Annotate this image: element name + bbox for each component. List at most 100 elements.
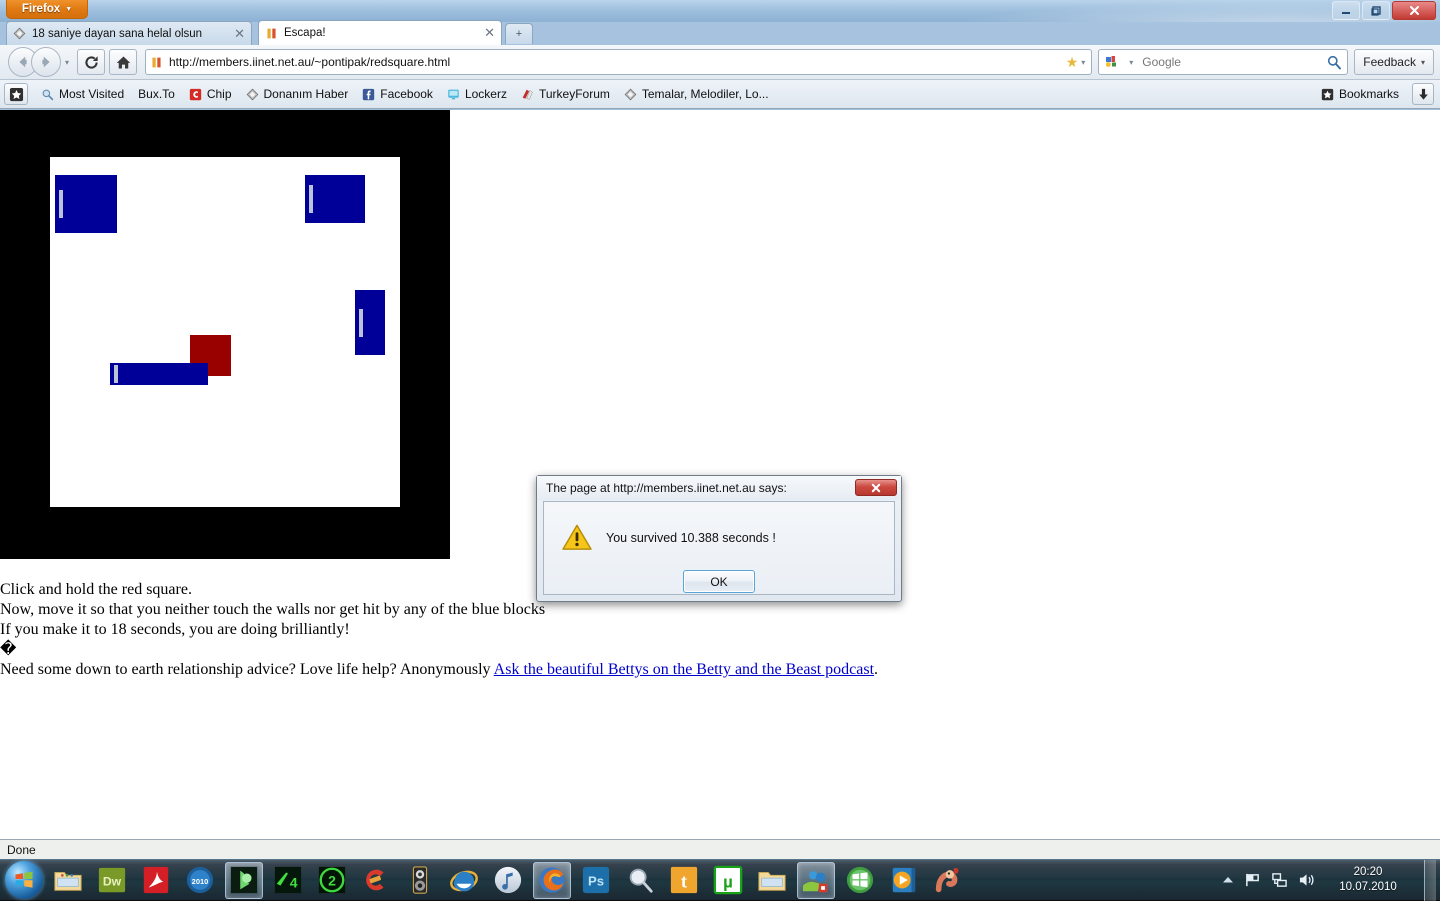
ie-icon [450,870,478,892]
taskbar-file-explorer[interactable] [753,862,791,899]
bookmark-star-icon[interactable]: ★ [1066,54,1079,71]
bookmarks-toolbar: Most Visited Bux.To Chip Donanım Haber F… [0,80,1440,109]
game-field[interactable] [50,157,400,507]
clock-date: 10.07.2010 [1339,881,1397,893]
taskbar-speaker-app[interactable] [401,862,439,899]
taskbar-bing-app[interactable] [225,861,263,899]
dialog-body: You survived 10.388 seconds ! OK [543,501,895,595]
bookmark-label: Temalar, Melodiler, Lo... [641,87,769,101]
tab-18-saniye[interactable]: 18 saniye dayan sana helal olsun ✕ [6,21,252,45]
firefox-menu-button[interactable]: Firefox ▼ [6,0,88,19]
taskbar-adobe-reader[interactable] [137,862,175,899]
bookmark-label: Bux.To [138,87,175,101]
chevron-down-icon: ▾ [1420,57,1425,67]
taskbar-pes-2010[interactable]: 2010 [181,862,219,899]
dialog-titlebar: The page at http://members.iinet.net.au … [537,476,901,500]
bookmark-item-temalar[interactable]: Temalar, Melodiler, Lo... [617,85,776,103]
dialog-close-button[interactable] [855,479,897,496]
tab-close-icon[interactable]: ✕ [478,25,495,41]
bookmarks-sidebar-button[interactable]: Bookmarks [1314,85,1406,103]
volume-icon[interactable] [1298,872,1316,888]
taskbar-photoshop[interactable]: Ps [577,862,615,899]
bookmark-item-lockerz[interactable]: Lockerz [440,85,514,103]
url-input[interactable]: http://members.iinet.net.au/~pontipak/re… [169,55,1060,69]
windows-taskbar: Dw 2010 4 2 Ps t µ 20:20 10.07.2010 [0,859,1440,901]
most-visited-icon [42,89,54,100]
taskbar-search-app[interactable] [621,862,659,899]
taskbar-itunes[interactable] [489,862,527,899]
taskbar-ccleaner[interactable] [357,862,395,899]
bookmark-item-donanim-haber[interactable]: Donanım Haber [239,85,356,103]
promo-prefix: Need some down to earth relationship adv… [0,661,494,678]
taskbar-firefox[interactable] [533,861,571,899]
taskbar-clock[interactable]: 20:20 10.07.2010 [1326,865,1410,895]
bookmark-label: Donanım Haber [263,87,349,101]
search-input[interactable]: Google [1142,55,1321,69]
bookmarks-menu-button[interactable] [4,83,28,105]
search-bar[interactable]: ▾ Google [1098,49,1349,75]
bookmark-label: Lockerz [464,87,507,101]
start-button[interactable] [5,861,43,899]
minimize-button[interactable] [1332,1,1360,20]
history-dropdown-button[interactable]: ▾ [61,58,73,67]
bookmark-item-most-visited[interactable]: Most Visited [34,85,131,103]
tab-label: Escapa! [284,27,326,39]
taskbar-windows-media-player[interactable] [885,862,923,899]
show-hidden-icons-button[interactable] [1222,874,1234,886]
taskbar-messenger[interactable] [797,861,835,899]
javascript-alert-dialog[interactable]: The page at http://members.iinet.net.au … [536,475,902,602]
dialog-message-row: You survived 10.388 seconds ! [562,524,776,551]
ps-icon: Ps [582,866,610,894]
taskbar-dreamweaver[interactable]: Dw [93,862,131,899]
magnifier-icon[interactable] [1326,54,1342,70]
taskbar-audio-app[interactable]: 4 [269,862,307,899]
maximize-button[interactable] [1362,1,1390,20]
bing-b-icon [230,866,258,894]
taskbar-tumblr[interactable]: t [665,862,703,899]
forward-button[interactable] [31,47,61,77]
bookmark-label: TurkeyForum [538,87,610,101]
dialog-title: The page at http://members.iinet.net.au … [546,481,787,495]
downloads-button[interactable] [1412,83,1434,105]
speaker-icon [412,866,428,894]
bookmark-item-facebook[interactable]: Facebook [355,85,440,103]
blue-block [55,175,117,233]
chevron-down-icon[interactable]: ▾ [1081,58,1085,67]
green-2-icon: 2 [318,866,346,894]
chip-icon [189,88,202,100]
folder-icon [758,872,786,891]
svg-text:2: 2 [328,873,336,889]
show-desktop-button[interactable] [1424,859,1436,901]
bookmark-item-chip[interactable]: Chip [182,85,239,103]
bookmark-item-turkeyforum[interactable]: TurkeyForum [514,85,617,103]
tab-strip: 18 saniye dayan sana helal olsun ✕ Escap… [0,20,1440,45]
svg-text:µ: µ [723,873,733,892]
block-nub [114,365,118,383]
action-center-flag-icon[interactable] [1244,872,1261,888]
reload-button[interactable] [77,49,105,75]
network-icon[interactable] [1271,872,1288,888]
maximize-icon [1371,5,1381,16]
search-engine-dropdown[interactable]: ▾ [1125,58,1137,67]
home-button[interactable] [109,49,137,75]
taskbar-worms-game[interactable] [929,862,967,899]
tab-escapa[interactable]: Escapa! ✕ [258,20,502,45]
podcast-link[interactable]: Ask the beautiful Bettys on the Betty an… [494,661,874,678]
taskbar-internet-explorer[interactable] [445,862,483,899]
generic-page-icon [624,88,637,100]
svg-text:Ps: Ps [588,874,604,889]
feedback-button[interactable]: Feedback ▾ [1354,49,1434,75]
taskbar-counter-strike-2[interactable]: 2 [313,862,351,899]
taskbar-windows-explorer[interactable] [49,862,87,899]
forward-arrow-icon [42,56,50,68]
dialog-ok-button[interactable]: OK [683,570,755,593]
taskbar-utorrent[interactable]: µ [709,862,747,899]
url-bar[interactable]: http://members.iinet.net.au/~pontipak/re… [145,49,1093,75]
taskbar-windows-media-center[interactable] [841,862,879,899]
close-button[interactable] [1392,1,1436,20]
tab-close-icon[interactable]: ✕ [228,26,245,42]
new-tab-button[interactable]: + [505,23,533,44]
msn-messenger-icon [802,871,828,893]
bookmark-item-bux-to[interactable]: Bux.To [131,85,182,103]
close-icon [1409,6,1419,15]
